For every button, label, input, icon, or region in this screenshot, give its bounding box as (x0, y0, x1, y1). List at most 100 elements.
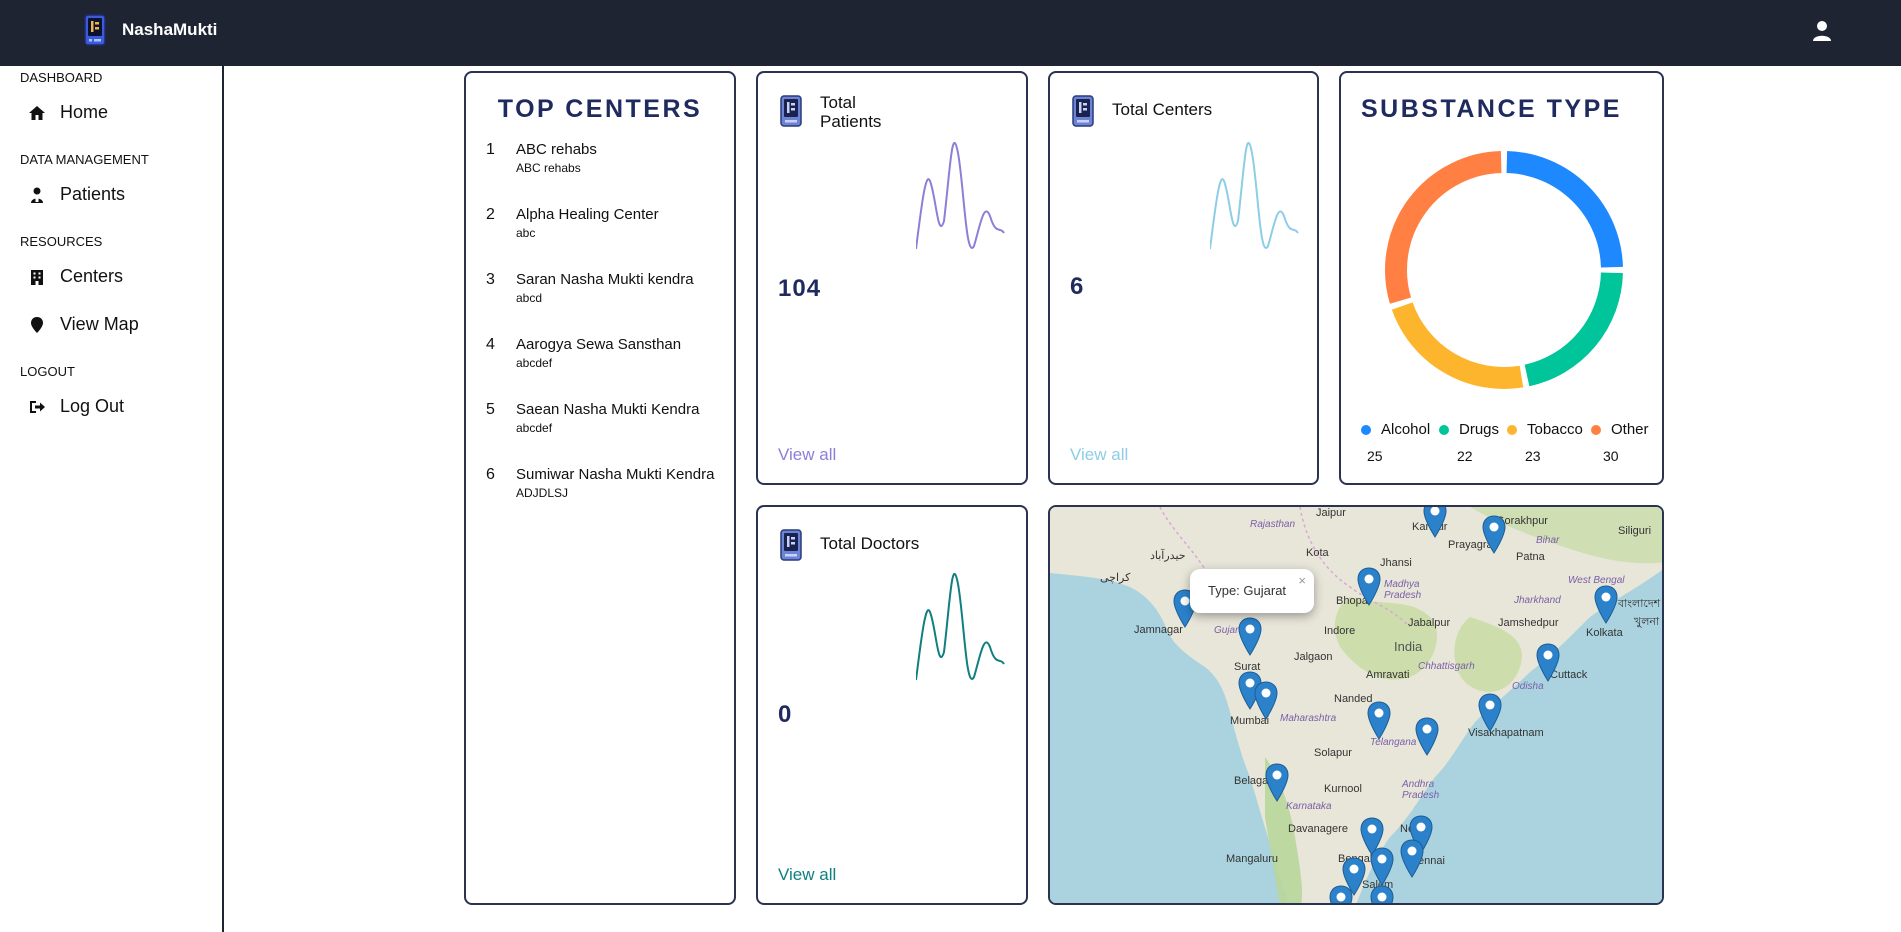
legend-value: 30 (1603, 448, 1619, 464)
map-pin-icon[interactable] (1369, 885, 1395, 905)
map-pin-icon[interactable] (1253, 681, 1279, 721)
map-state-label: Maharashtra (1280, 713, 1337, 724)
top-centers-title: TOP CENTERS (497, 95, 703, 123)
map-pin-icon[interactable] (1593, 585, 1619, 625)
map-pin-icon[interactable] (1264, 763, 1290, 803)
sparkline-doctors (916, 573, 1005, 681)
map-pin-icon[interactable] (1369, 847, 1395, 887)
sidebar-item-log-out[interactable]: Log Out (28, 396, 124, 417)
sidebar-item-view-map[interactable]: View Map (28, 314, 139, 335)
list-item-subtitle: abcdef (516, 356, 553, 370)
map-pin-icon[interactable] (1535, 643, 1561, 683)
sidebar-item-label: View Map (60, 314, 139, 334)
stat-value: 104 (778, 275, 822, 302)
map-state-label: Chhattisgarh (1418, 661, 1475, 672)
stat-value: 0 (778, 701, 793, 728)
map-city-label: Jhansi (1380, 557, 1412, 569)
map-pin-icon[interactable] (1414, 717, 1440, 757)
sidebar-item-label: Home (60, 102, 109, 122)
legend-item-alcohol[interactable]: Alcohol (1361, 421, 1430, 438)
brand[interactable]: NashaMukti (84, 14, 217, 46)
total-patients-card: Total Patients 104 View all (756, 71, 1028, 485)
legend-dot (1439, 424, 1449, 435)
map-pin-icon[interactable] (1328, 885, 1354, 905)
legend-value: 25 (1367, 448, 1383, 464)
section-title-resources: RESOURCES (20, 234, 103, 249)
substance-title: SUBSTANCE TYPE (1361, 95, 1622, 123)
map-pin-icon[interactable] (1422, 505, 1448, 539)
map-pin-icon[interactable] (1481, 515, 1507, 555)
list-item-rank: 1 (486, 141, 495, 158)
view-all-centers-link[interactable]: View all (1070, 445, 1128, 465)
donut-slice-other[interactable] (1385, 151, 1502, 304)
top-centers-card: TOP CENTERS 1 ABC rehabs ABC rehabs 2 Al… (464, 71, 736, 905)
list-item-rank: 4 (486, 336, 495, 353)
map-popup-close-button[interactable]: × (1298, 573, 1306, 588)
stat-label: Total Doctors (820, 534, 920, 553)
map-city-label: Solapur (1314, 747, 1352, 759)
list-item-name: Alpha Healing Center (516, 206, 659, 223)
user-account-icon[interactable] (1811, 20, 1833, 42)
app-logo-icon (84, 14, 106, 46)
sidebar-item-centers[interactable]: Centers (28, 266, 123, 287)
view-all-doctors-link[interactable]: View all (778, 865, 836, 885)
home-icon (29, 105, 45, 120)
list-item-rank: 6 (486, 466, 495, 483)
map-card[interactable]: Jaipur Kanpur Gorakhpur Siliguri Prayagr… (1048, 505, 1664, 905)
map-city-label: Kota (1306, 547, 1329, 559)
top-navbar: NashaMukti (0, 0, 1901, 66)
map-city-label: Jabalpur (1408, 617, 1451, 629)
map-city-label: Indore (1324, 625, 1356, 637)
map-city-label: Kurnool (1324, 783, 1362, 795)
sparkline-patients (916, 142, 1005, 250)
list-item-name: Aarogya Sewa Sansthan (516, 336, 682, 353)
legend-label: Tobacco (1527, 421, 1583, 438)
map-pin-icon[interactable] (1366, 701, 1392, 741)
map-city-label: Davanagere (1288, 823, 1348, 835)
list-item-name: Sumiwar Nasha Mukti Kendra (516, 466, 715, 483)
sidebar-item-home[interactable]: Home (28, 102, 108, 123)
stat-value: 6 (1070, 273, 1085, 300)
legend-item-tobacco[interactable]: Tobacco (1507, 421, 1583, 438)
legend-item-drugs[interactable]: Drugs (1439, 421, 1499, 438)
donut-slice-alcohol[interactable] (1506, 151, 1623, 268)
total-doctors-card: Total Doctors 0 View all (756, 505, 1028, 905)
map-pin-icon[interactable] (1477, 693, 1503, 733)
map-city-label: کراچی (1100, 572, 1131, 584)
section-title-logout: LOGOUT (20, 364, 75, 379)
sidebar-item-label: Log Out (60, 396, 125, 416)
donut-slice-drugs[interactable] (1524, 272, 1623, 387)
map-pin-icon[interactable] (1237, 617, 1263, 657)
legend-dot (1361, 424, 1371, 435)
stat-label: Total Centers (1112, 100, 1213, 119)
map-city-label: Mangaluru (1226, 853, 1278, 865)
stat-label: Total Patients (820, 93, 882, 131)
sidebar-item-label: Patients (60, 184, 126, 204)
map-state-label: Andhra Pradesh (1402, 779, 1440, 801)
map-state-label: Jharkhand (1514, 595, 1561, 606)
sidebar-item-patients[interactable]: Patients (28, 184, 125, 205)
sparkline-line (916, 142, 1005, 250)
building-icon (31, 269, 43, 285)
app-name: NashaMukti (122, 20, 218, 39)
map-country-label: India (1394, 639, 1423, 654)
tablet-icon (780, 529, 802, 561)
map-state-label: Rajasthan (1250, 519, 1296, 530)
sidebar-item-label: Centers (60, 266, 124, 286)
map-popup-text: Type: Gujarat (1208, 583, 1287, 598)
map-pin-icon[interactable] (1399, 839, 1425, 879)
list-item-subtitle: ABC rehabs (516, 161, 581, 175)
legend-label: Alcohol (1381, 421, 1431, 438)
map-pin-icon[interactable] (1356, 567, 1382, 607)
map-city-label: বাংলাদেশ (1618, 598, 1661, 610)
list-item-subtitle: abcd (516, 291, 543, 305)
map-city-label: খুলনা (1634, 616, 1660, 628)
map-pin-icon (31, 316, 43, 333)
donut-slice-tobacco[interactable] (1391, 302, 1524, 389)
legend-value: 22 (1457, 448, 1473, 464)
view-all-patients-link[interactable]: View all (778, 445, 836, 465)
sparkline-centers (1210, 142, 1299, 250)
list-item-name: Saran Nasha Mukti kendra (516, 271, 694, 288)
sparkline-line (916, 573, 1005, 681)
legend-item-other[interactable]: Other (1591, 421, 1649, 438)
